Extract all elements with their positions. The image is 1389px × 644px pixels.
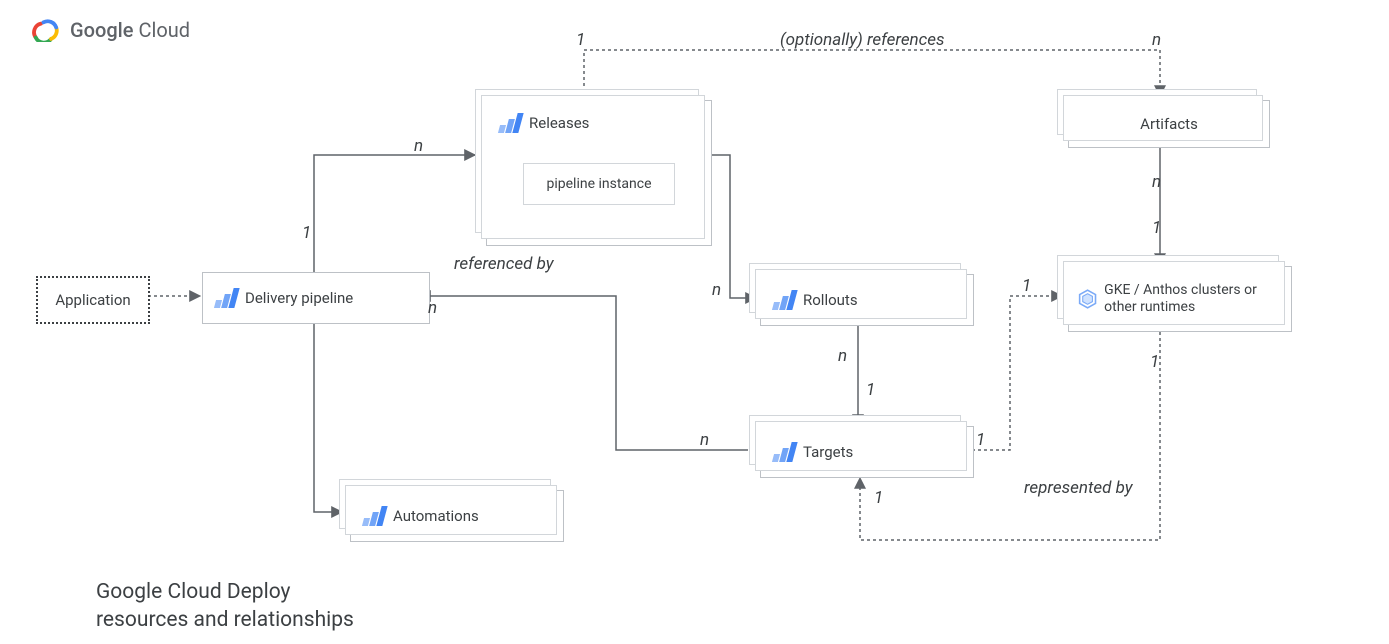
caption-line2: resources and relationships xyxy=(96,608,354,632)
targets-label: Targets xyxy=(803,443,853,461)
google-cloud-logo: Google Cloud xyxy=(32,18,190,42)
artifacts-label: Artifacts xyxy=(1140,115,1198,133)
referenced-by-label: referenced by xyxy=(454,254,554,274)
releases-label: Releases xyxy=(529,114,589,132)
runtimes-label: GKE / Anthos clusters or other runtimes xyxy=(1104,282,1291,317)
card-tgt-rt-dst: 1 xyxy=(1022,276,1031,296)
card-tgt-dp-left: n xyxy=(700,430,709,450)
releases-node: Releases pipeline instance xyxy=(486,100,712,246)
card-rel-art-dst: n xyxy=(1152,30,1161,50)
diagram-caption: Google Cloud Deploy resources and relati… xyxy=(96,578,354,635)
cloud-deploy-icon xyxy=(773,290,795,310)
pipeline-instance-box: pipeline instance xyxy=(523,163,675,205)
card-art-rt-src: n xyxy=(1152,172,1161,192)
application-node: Application xyxy=(36,276,150,324)
card-rel-art-src: 1 xyxy=(576,30,585,50)
cloud-deploy-icon xyxy=(499,113,521,133)
pipeline-instance-label: pipeline instance xyxy=(546,176,651,192)
rollouts-node: Rollouts xyxy=(760,274,974,326)
artifacts-node: Artifacts xyxy=(1068,100,1270,148)
cloud-deploy-icon xyxy=(215,288,237,308)
automations-label: Automations xyxy=(393,507,479,525)
card-rt-loop-inner: 1 xyxy=(874,488,883,508)
card-art-rt-dst: 1 xyxy=(1152,218,1161,238)
application-label: Application xyxy=(55,291,130,309)
logo-cloud-text: Cloud xyxy=(138,18,190,42)
delivery-pipeline-label: Delivery pipeline xyxy=(245,289,353,307)
card-roll-tgt-src: n xyxy=(838,346,847,366)
card-rt-loop-outer: 1 xyxy=(1150,352,1159,372)
targets-node: Targets xyxy=(760,426,974,478)
card-tgt-dp-right: n xyxy=(428,298,437,318)
card-roll-tgt-dst: 1 xyxy=(866,380,875,400)
delivery-pipeline-node: Delivery pipeline xyxy=(202,272,430,324)
google-cloud-icon xyxy=(32,18,60,42)
cloud-deploy-icon xyxy=(363,506,385,526)
optionally-references-label: (optionally) references xyxy=(780,30,945,50)
runtimes-node: GKE / Anthos clusters or other runtimes xyxy=(1068,266,1292,332)
automations-node: Automations xyxy=(350,490,564,542)
rollouts-label: Rollouts xyxy=(803,291,858,309)
caption-line1: Google Cloud Deploy xyxy=(96,580,290,604)
logo-google-text: Google xyxy=(70,18,133,42)
card-tgt-rt-src: 1 xyxy=(976,430,985,450)
kubernetes-icon xyxy=(1077,285,1098,313)
card-dp-rel-dst: n xyxy=(414,136,423,156)
represented-by-label: represented by xyxy=(1024,478,1133,498)
card-rel-roll-dst: n xyxy=(712,280,721,300)
cloud-deploy-icon xyxy=(773,442,795,462)
card-dp-rel-src: 1 xyxy=(302,223,311,243)
diagram-canvas: Google Cloud Application xyxy=(0,0,1389,644)
